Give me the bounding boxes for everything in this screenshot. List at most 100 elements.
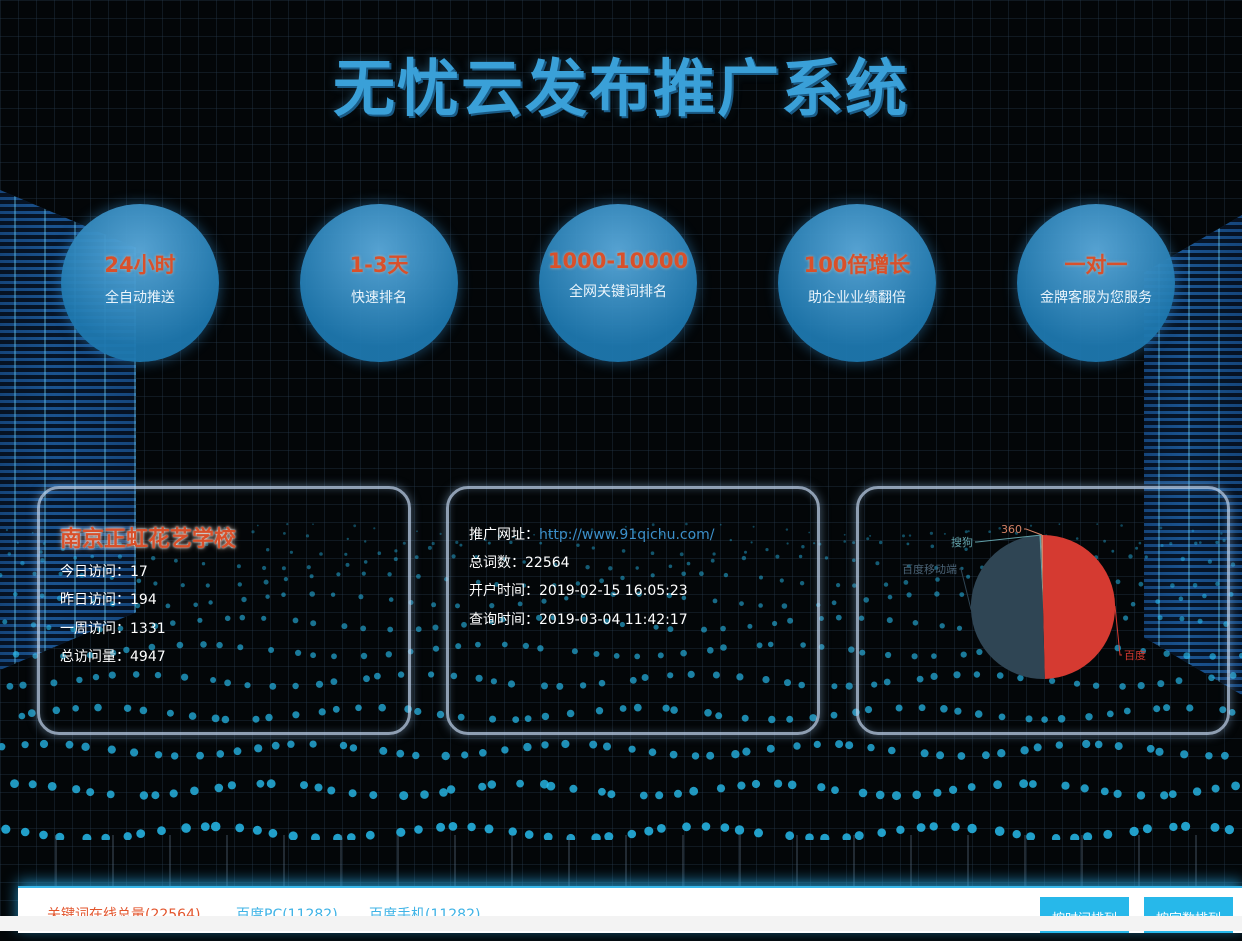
particle-dot bbox=[439, 532, 442, 535]
pie-label: 搜狗 bbox=[951, 535, 973, 549]
particle-dot bbox=[21, 741, 29, 749]
particle-dot bbox=[414, 707, 422, 716]
particle-dot bbox=[12, 651, 20, 658]
feature-circle-keyword-rank: 1000-10000 全网关键词排名 bbox=[539, 204, 697, 362]
particle-dot bbox=[72, 785, 81, 794]
particle-dot bbox=[831, 683, 838, 690]
visits-panel: 南京正虹花艺学校 今日访问：17 昨日访问：194 一周访问：1331 总访问量… bbox=[37, 486, 411, 735]
particle-dot bbox=[831, 786, 839, 794]
promo-url-label: 推广网址： bbox=[469, 527, 539, 543]
particle-dot bbox=[813, 740, 821, 748]
particle-dot bbox=[190, 786, 199, 796]
particle-dot bbox=[875, 790, 885, 800]
particle-dot bbox=[1224, 825, 1234, 835]
pie-label: 百度移动端 bbox=[902, 562, 957, 576]
particle-dot bbox=[151, 791, 160, 800]
pie-slice[interactable] bbox=[1043, 534, 1116, 679]
school-name: 南京正虹花艺学校 bbox=[60, 527, 237, 552]
particle-dot bbox=[967, 783, 976, 791]
feature-circle-fast-rank: 1-3天 快速排名 bbox=[300, 204, 458, 362]
particle-dot bbox=[888, 746, 896, 755]
particle-dot bbox=[1055, 741, 1064, 749]
pie-chart: 百度 百度移动端 搜狗 360 bbox=[902, 523, 1146, 680]
particle-dot bbox=[1221, 751, 1229, 760]
particle-dot bbox=[0, 573, 3, 578]
particle-dot bbox=[47, 782, 57, 791]
particle-dot bbox=[848, 646, 855, 653]
particle-dot bbox=[427, 545, 432, 550]
particle-dot bbox=[5, 528, 8, 532]
particle-dot bbox=[32, 571, 37, 576]
particle-dot bbox=[835, 614, 842, 621]
particle-dot bbox=[1080, 784, 1089, 793]
particle-dot bbox=[682, 822, 691, 832]
particle-dot bbox=[487, 780, 497, 789]
particle-dot bbox=[1229, 672, 1237, 679]
particle-dot bbox=[501, 746, 509, 754]
particle-dot bbox=[831, 600, 837, 606]
pie-slice[interactable] bbox=[970, 535, 1045, 680]
particle-dot bbox=[154, 751, 163, 759]
particle-dot bbox=[130, 748, 139, 757]
particle-dot bbox=[414, 825, 423, 834]
particle-dot bbox=[912, 790, 921, 800]
feature-highlight: 100倍增长 bbox=[803, 253, 911, 277]
particle-dot bbox=[516, 779, 524, 788]
particle-dot bbox=[39, 739, 49, 749]
particle-dot bbox=[993, 780, 1002, 790]
particle-dot bbox=[1114, 742, 1123, 751]
particle-dot bbox=[920, 749, 929, 758]
particle-dot bbox=[639, 791, 648, 800]
particle-dot bbox=[933, 788, 942, 797]
particle-dot bbox=[327, 786, 336, 795]
today-visits: 今日访问：17 bbox=[60, 564, 148, 580]
particle-dot bbox=[607, 790, 616, 799]
particle-dot bbox=[1155, 747, 1164, 756]
particle-dot bbox=[467, 822, 476, 832]
particle-dot bbox=[20, 561, 25, 566]
particle-dot bbox=[523, 742, 532, 752]
particle-dot bbox=[691, 752, 700, 760]
particle-dot bbox=[1230, 562, 1236, 567]
search-engine-pie-panel: 百度 百度移动端 搜狗 360 bbox=[856, 486, 1230, 735]
particle-dot bbox=[835, 740, 844, 749]
particle-dot bbox=[867, 743, 875, 752]
particle-dot bbox=[774, 779, 783, 788]
particle-dot bbox=[214, 783, 224, 793]
particle-dot bbox=[1146, 744, 1155, 753]
particle-dot bbox=[1061, 781, 1070, 790]
particle-dot bbox=[734, 825, 745, 835]
feature-circle-growth: 100倍增长 助企业业绩翻倍 bbox=[778, 204, 936, 362]
particle-dot bbox=[314, 783, 323, 792]
particle-dot bbox=[1210, 822, 1220, 832]
particle-dot bbox=[441, 751, 450, 761]
account-info-panel: 推广网址：http://www.91qichu.com/ 总词数：22564 开… bbox=[446, 486, 820, 735]
feature-highlight: 24小时 bbox=[104, 253, 176, 277]
particle-dot bbox=[1168, 790, 1177, 798]
particle-dot bbox=[982, 751, 990, 760]
particle-dot bbox=[431, 602, 437, 608]
particle-dot bbox=[689, 786, 699, 796]
particle-dot bbox=[967, 823, 977, 834]
promo-url-row: 推广网址：http://www.91qichu.com/ bbox=[469, 524, 715, 544]
particle-dot bbox=[439, 788, 448, 797]
particle-dot bbox=[1113, 789, 1122, 798]
particle-dot bbox=[157, 826, 166, 836]
total-visits: 总访问量：4947 bbox=[60, 649, 166, 665]
particle-dot bbox=[936, 751, 945, 760]
particle-dot bbox=[428, 671, 435, 678]
particle-dot bbox=[957, 752, 966, 760]
particle-dot bbox=[379, 746, 388, 755]
particle-dot bbox=[369, 791, 378, 800]
footer-strip bbox=[0, 916, 1242, 931]
particle-dot bbox=[589, 740, 598, 749]
promo-url-link[interactable]: http://www.91qichu.com/ bbox=[539, 527, 715, 543]
particle-dot bbox=[648, 748, 657, 756]
particle-dot bbox=[412, 751, 420, 760]
pie-label-line bbox=[959, 568, 972, 610]
particle-dot bbox=[716, 784, 726, 793]
particle-dot bbox=[349, 744, 358, 752]
particle-dot bbox=[951, 822, 960, 832]
keyword-total: 总词数：22564 bbox=[469, 555, 570, 571]
particle-dot bbox=[1020, 746, 1029, 755]
